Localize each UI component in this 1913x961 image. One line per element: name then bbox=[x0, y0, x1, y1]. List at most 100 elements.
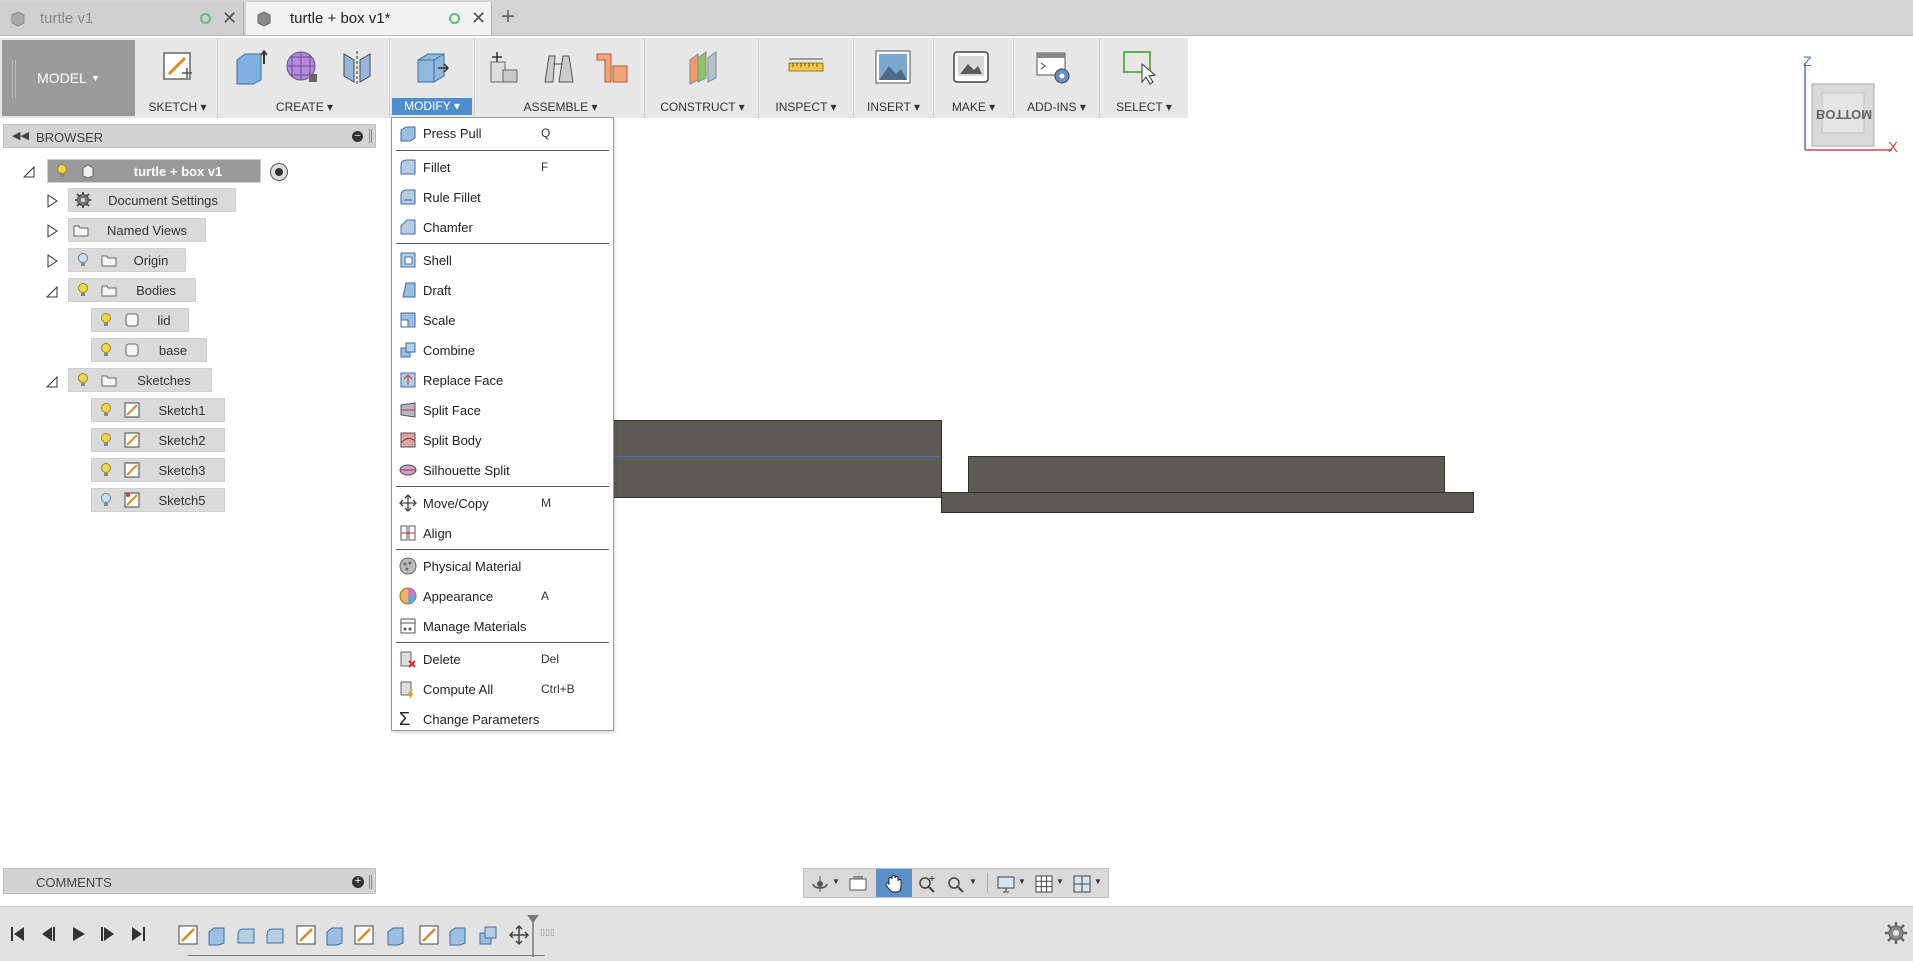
browser-node-sketch1[interactable]: Sketch1 bbox=[91, 398, 225, 422]
measure-icon[interactable] bbox=[787, 48, 825, 86]
timeline-sketch-icon[interactable] bbox=[353, 924, 375, 946]
menu-item-press-pull[interactable]: Press Pull Q bbox=[392, 118, 613, 148]
add-ins-menu-label[interactable]: ADD-INS ▾ bbox=[1014, 100, 1099, 114]
timeline-fillet-icon[interactable] bbox=[235, 924, 257, 946]
browser-node-sketch3[interactable]: Sketch3 bbox=[91, 458, 225, 482]
tab-turtle-v1[interactable]: turtle v1 ✕ bbox=[0, 2, 244, 35]
chevron-down-icon[interactable]: ▼ bbox=[1056, 877, 1064, 886]
new-component-icon[interactable] bbox=[485, 48, 523, 86]
lightbulb-icon[interactable] bbox=[100, 463, 112, 477]
insert-image-icon[interactable] bbox=[874, 48, 912, 86]
pan-icon[interactable] bbox=[884, 874, 904, 894]
go-to-start-icon[interactable] bbox=[8, 924, 28, 944]
menu-item-draft[interactable]: Draft bbox=[392, 275, 613, 305]
collapse-panel-icon[interactable]: ◀◀ bbox=[12, 129, 29, 142]
viewports-icon[interactable] bbox=[1072, 874, 1092, 894]
browser-node-document-settings[interactable]: Document Settings bbox=[68, 188, 236, 212]
timeline-sketch-icon[interactable] bbox=[177, 924, 199, 946]
lightbulb-off-icon[interactable] bbox=[77, 253, 89, 267]
create-group[interactable]: CREATE ▾ bbox=[220, 38, 390, 118]
zoom-icon[interactable] bbox=[917, 874, 937, 894]
insert-menu-label[interactable]: INSERT ▾ bbox=[854, 100, 933, 114]
browser-node-origin[interactable]: Origin bbox=[68, 248, 186, 272]
body-base[interactable] bbox=[941, 492, 1474, 513]
play-icon[interactable] bbox=[68, 924, 88, 944]
menu-item-appearance[interactable]: Appearance A bbox=[392, 581, 613, 611]
menu-item-delete[interactable]: Delete Del bbox=[392, 644, 613, 674]
workspace-switcher-button[interactable]: MODEL ▼ bbox=[2, 40, 135, 116]
body-lid[interactable] bbox=[968, 456, 1445, 494]
chevron-down-icon[interactable]: ▼ bbox=[832, 877, 840, 886]
collapsed-triangle-icon[interactable] bbox=[45, 253, 59, 269]
step-back-icon[interactable] bbox=[38, 924, 58, 944]
modify-menu-label[interactable]: MODIFY ▾ bbox=[392, 98, 472, 115]
close-tab-icon[interactable]: ✕ bbox=[222, 9, 237, 27]
browser-root-node[interactable]: turtle + box v1 bbox=[47, 159, 288, 183]
go-to-end-icon[interactable] bbox=[128, 924, 148, 944]
menu-item-align[interactable]: Align bbox=[392, 518, 613, 548]
add-ins-group[interactable]: ADD-INS ▾ bbox=[1014, 38, 1100, 118]
menu-item-fillet[interactable]: Fillet F bbox=[392, 152, 613, 182]
lightbulb-icon[interactable] bbox=[100, 403, 112, 417]
collapsed-triangle-icon[interactable] bbox=[45, 193, 59, 209]
construct-group[interactable]: CONSTRUCT ▾ bbox=[647, 38, 759, 118]
assemble-group[interactable]: ASSEMBLE ▾ bbox=[477, 38, 645, 118]
minus-icon[interactable]: – bbox=[352, 131, 363, 142]
add-comment-icon[interactable]: + bbox=[352, 876, 364, 888]
grid-settings-icon[interactable] bbox=[1034, 874, 1054, 894]
tab-turtle-box-v1[interactable]: turtle + box v1* ✕ bbox=[246, 2, 492, 35]
make-group[interactable]: MAKE ▾ bbox=[934, 38, 1014, 118]
timeline-extrude-icon[interactable] bbox=[206, 924, 228, 946]
press-pull-icon[interactable] bbox=[412, 48, 450, 86]
menu-item-compute-all[interactable]: Compute All Ctrl+B bbox=[392, 674, 613, 704]
browser-node-sketches[interactable]: Sketches bbox=[68, 368, 212, 392]
panel-resize-handle[interactable] bbox=[369, 129, 372, 143]
fit-zoom-icon[interactable] bbox=[946, 874, 966, 894]
timeline-combine-icon[interactable] bbox=[477, 924, 499, 946]
expanded-triangle-icon[interactable] bbox=[22, 163, 36, 179]
orbit-icon[interactable] bbox=[810, 874, 830, 894]
construct-menu-label[interactable]: CONSTRUCT ▾ bbox=[647, 100, 758, 114]
browser-node-named-views[interactable]: Named Views bbox=[68, 218, 206, 242]
make-menu-label[interactable]: MAKE ▾ bbox=[934, 100, 1013, 114]
new-tab-icon[interactable]: + bbox=[501, 3, 515, 31]
step-forward-icon[interactable] bbox=[98, 924, 118, 944]
offset-plane-icon[interactable] bbox=[684, 48, 722, 86]
browser-node-sketch2[interactable]: Sketch2 bbox=[91, 428, 225, 452]
sketch-menu-label[interactable]: SKETCH ▾ bbox=[138, 100, 217, 114]
browser-node-sketch5[interactable]: Sketch5 bbox=[91, 488, 225, 512]
timeline-sketch-icon[interactable] bbox=[418, 924, 440, 946]
timeline-extrude-icon[interactable] bbox=[324, 924, 346, 946]
menu-item-shell[interactable]: Shell bbox=[392, 245, 613, 275]
modify-group[interactable]: MODIFY ▾ bbox=[390, 38, 475, 118]
create-menu-label[interactable]: CREATE ▾ bbox=[220, 100, 389, 114]
close-tab-icon[interactable]: ✕ bbox=[471, 9, 486, 27]
browser-node-base[interactable]: base bbox=[91, 338, 207, 362]
menu-item-rule-fillet[interactable]: Rule Fillet bbox=[392, 182, 613, 212]
menu-item-split-face[interactable]: Split Face bbox=[392, 395, 613, 425]
extrude-icon[interactable] bbox=[231, 48, 269, 86]
lightbulb-icon[interactable] bbox=[100, 313, 112, 327]
timeline-sketch-icon[interactable] bbox=[295, 924, 317, 946]
panel-resize-handle[interactable] bbox=[369, 875, 372, 889]
activate-target-icon[interactable] bbox=[270, 163, 288, 181]
inspect-group[interactable]: INSPECT ▾ bbox=[759, 38, 854, 118]
timeline-extrude-icon[interactable] bbox=[447, 924, 469, 946]
lightbulb-icon[interactable] bbox=[100, 433, 112, 447]
expanded-triangle-icon[interactable] bbox=[45, 283, 59, 299]
gear-icon[interactable] bbox=[1884, 921, 1908, 945]
select-menu-label[interactable]: SELECT ▾ bbox=[1100, 100, 1188, 114]
chevron-down-icon[interactable]: ▼ bbox=[969, 877, 977, 886]
expanded-triangle-icon[interactable] bbox=[45, 373, 59, 389]
sketch-group[interactable]: SKETCH ▾ bbox=[138, 38, 218, 118]
look-at-icon[interactable] bbox=[848, 874, 868, 894]
mirror-icon[interactable] bbox=[338, 48, 376, 86]
menu-item-silhouette-split[interactable]: Silhouette Split bbox=[392, 455, 613, 485]
menu-item-move-copy[interactable]: Move/Copy M bbox=[392, 488, 613, 518]
lightbulb-icon[interactable] bbox=[77, 373, 89, 387]
timeline-marker-icon[interactable] bbox=[525, 913, 541, 959]
lightbulb-icon[interactable] bbox=[77, 283, 89, 297]
form-icon[interactable] bbox=[283, 48, 321, 86]
body-lid-left[interactable] bbox=[612, 420, 942, 498]
menu-item-physical-material[interactable]: Physical Material bbox=[392, 551, 613, 581]
